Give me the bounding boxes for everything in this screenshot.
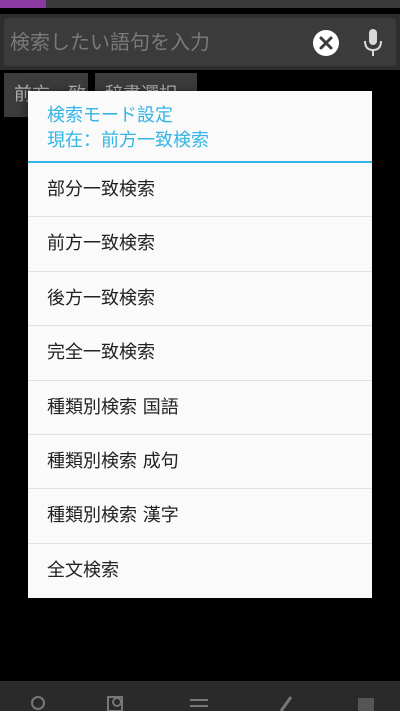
- search-field: [4, 18, 396, 66]
- menu-item-category-kokugo[interactable]: 種類別検索 国語: [28, 381, 372, 435]
- status-bar: [0, 0, 400, 8]
- menu-item-exact-match[interactable]: 完全一致検索: [28, 326, 372, 381]
- menu-item-category-kanji[interactable]: 種類別検索 漢字: [28, 489, 372, 544]
- search-mode-dialog: 検索モード設定 現在：前方一致検索 部分一致検索 前方一致検索 後方一致検索 完…: [28, 91, 372, 598]
- clear-circle-icon[interactable]: [312, 29, 340, 57]
- menu-item-full-text[interactable]: 全文検索: [28, 544, 372, 598]
- menu-item-partial-match[interactable]: 部分一致検索: [28, 163, 372, 218]
- bottom-toolbar: [0, 681, 400, 711]
- menu-item-category-idiom[interactable]: 種類別検索 成句: [28, 435, 372, 490]
- menu-item-suffix-match[interactable]: 後方一致検索: [28, 272, 372, 327]
- dialog-current-mode: 現在：前方一致検索: [47, 130, 209, 151]
- status-accent: [0, 0, 46, 8]
- search-bar: [0, 14, 400, 70]
- search-input[interactable]: [10, 24, 300, 60]
- search-icon[interactable]: [28, 693, 50, 711]
- dialog-header: 検索モード設定 現在：前方一致検索: [28, 91, 372, 163]
- bookmark-icon[interactable]: [355, 693, 377, 711]
- microphone-icon[interactable]: [362, 28, 384, 58]
- menu-item-prefix-match[interactable]: 前方一致検索: [28, 217, 372, 272]
- pen-icon[interactable]: [275, 693, 297, 711]
- list-icon[interactable]: [188, 693, 210, 711]
- dialog-title: 検索モード設定: [47, 105, 173, 126]
- book-search-icon[interactable]: [105, 693, 127, 711]
